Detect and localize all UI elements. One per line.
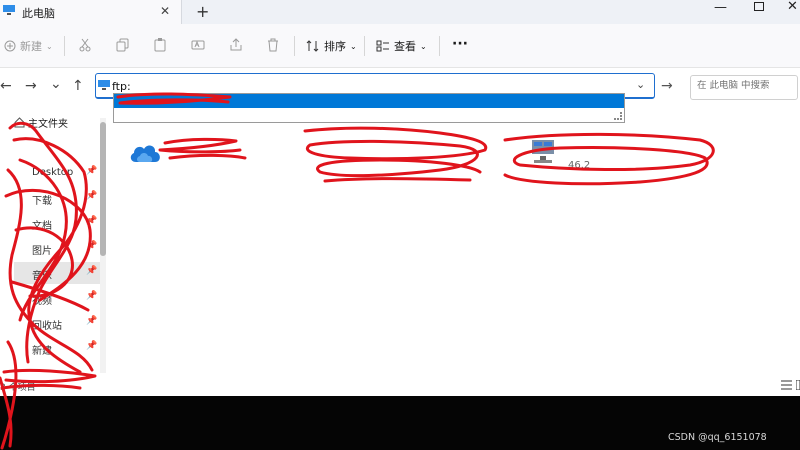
- sidebar-item-desktop[interactable]: Desktop 📌: [14, 162, 102, 184]
- chevron-down-icon: ⌄: [420, 41, 427, 51]
- more-options-button[interactable]: ···: [452, 36, 468, 52]
- pin-icon: 📌: [86, 166, 98, 176]
- sidebar-item-home[interactable]: 主文件夹: [14, 115, 68, 130]
- new-button[interactable]: 新建 ⌄: [4, 38, 53, 54]
- title-bar: 此电脑 ✕ + — ✕: [0, 0, 800, 24]
- watermark: CSDN @qq_6151078: [668, 432, 767, 443]
- divider: [364, 36, 365, 56]
- sort-button[interactable]: 排序 ⌄: [306, 38, 357, 54]
- divider: [294, 36, 295, 56]
- maximize-button[interactable]: [754, 2, 764, 11]
- new-label: 新建: [20, 40, 42, 53]
- pin-icon: 📌: [86, 316, 98, 326]
- copy-icon[interactable]: [116, 38, 130, 52]
- pin-icon: 📌: [86, 266, 98, 276]
- back-button[interactable]: ←: [0, 78, 12, 94]
- sidebar-item-downloads[interactable]: 下载 📌: [14, 187, 102, 209]
- search-input[interactable]: [697, 80, 795, 91]
- resize-grip[interactable]: [614, 112, 622, 120]
- command-bar: 新建 ⌄ 排序 ⌄ 查看 ⌄ ···: [0, 24, 800, 68]
- rename-icon[interactable]: [191, 38, 205, 52]
- view-button[interactable]: 查看 ⌄: [376, 38, 427, 54]
- sidebar-item-label: 音乐: [32, 271, 52, 282]
- divider: [64, 36, 65, 56]
- sidebar-item-label: 回收站: [32, 321, 62, 332]
- sidebar-item-label: Desktop: [32, 167, 74, 178]
- sidebar-item-label: 文档: [32, 221, 52, 232]
- computer-icon: [3, 5, 15, 15]
- share-icon[interactable]: [229, 38, 243, 52]
- pin-icon: 📌: [86, 216, 98, 226]
- sidebar-item-documents[interactable]: 文档 📌: [14, 212, 102, 234]
- tab-title: 此电脑: [22, 7, 55, 20]
- sort-label: 排序: [324, 40, 346, 53]
- divider: [439, 36, 440, 56]
- address-dropdown-icon[interactable]: ⌄: [636, 78, 645, 91]
- sidebar-item-videos[interactable]: 视频 📌: [14, 287, 102, 309]
- tab-this-pc[interactable]: 此电脑 ✕: [0, 0, 182, 24]
- sidebar-scroll-thumb[interactable]: [100, 122, 106, 256]
- search-box[interactable]: [690, 75, 798, 100]
- sidebar-item-label: 下载: [32, 196, 52, 207]
- sidebar-item-label: 视频: [32, 296, 52, 307]
- sidebar-item-recycle-bin[interactable]: 回收站 📌: [14, 312, 102, 334]
- sidebar-item-music[interactable]: 音乐 📌: [14, 262, 102, 284]
- computer-icon: [98, 80, 110, 90]
- tab-close-button[interactable]: ✕: [160, 4, 170, 18]
- pin-icon: 📌: [86, 191, 98, 201]
- view-list-icon: [376, 40, 389, 52]
- chevron-down-icon: ⌄: [350, 41, 357, 51]
- paste-icon[interactable]: [153, 38, 167, 52]
- status-bar: 3 个项目: [0, 376, 800, 396]
- suggestion-item[interactable]: [114, 94, 624, 108]
- item-count: 3 个项目: [0, 383, 36, 393]
- forward-button[interactable]: →: [25, 78, 37, 94]
- pin-icon: 📌: [86, 291, 98, 301]
- pin-icon: 📌: [86, 341, 98, 351]
- cut-icon[interactable]: [78, 38, 92, 52]
- navigation-pane: 主文件夹 Desktop 📌 下载 📌 文档 📌 图片 📌 音乐 📌 视频 📌 回收站 📌 新…: [0, 106, 104, 376]
- go-button[interactable]: →: [661, 78, 673, 94]
- add-icon: [4, 40, 16, 52]
- new-tab-button[interactable]: +: [196, 2, 209, 21]
- sidebar-item-pictures[interactable]: 图片 📌: [14, 237, 102, 259]
- sort-icon: [306, 40, 319, 52]
- network-location-text: 46.2: [568, 160, 591, 171]
- up-button[interactable]: ↑: [72, 78, 84, 94]
- minimize-button[interactable]: —: [714, 0, 727, 15]
- scribble-drive-2: [303, 126, 488, 183]
- sidebar-item-new[interactable]: 新建 📌: [14, 337, 102, 359]
- sidebar-item-label: 图片: [32, 246, 52, 257]
- sidebar-item-label: 新建: [32, 346, 52, 357]
- view-label: 查看: [394, 40, 416, 53]
- details-view-icon[interactable]: [781, 380, 792, 390]
- tiles-view-icon[interactable]: [796, 380, 800, 390]
- window-close-button[interactable]: ✕: [787, 0, 798, 14]
- sidebar-item-label: 主文件夹: [28, 119, 68, 130]
- delete-icon[interactable]: [266, 38, 280, 52]
- pin-icon: 📌: [86, 241, 98, 251]
- scribble-drive-1: [158, 137, 247, 160]
- chevron-down-icon: ⌄: [46, 41, 53, 51]
- address-suggestion-list: [113, 93, 625, 123]
- network-drive-icon: [532, 140, 554, 163]
- cloud-drive-icon: [130, 145, 160, 162]
- home-icon: [14, 117, 25, 128]
- recent-locations-button[interactable]: ⌄: [50, 76, 62, 92]
